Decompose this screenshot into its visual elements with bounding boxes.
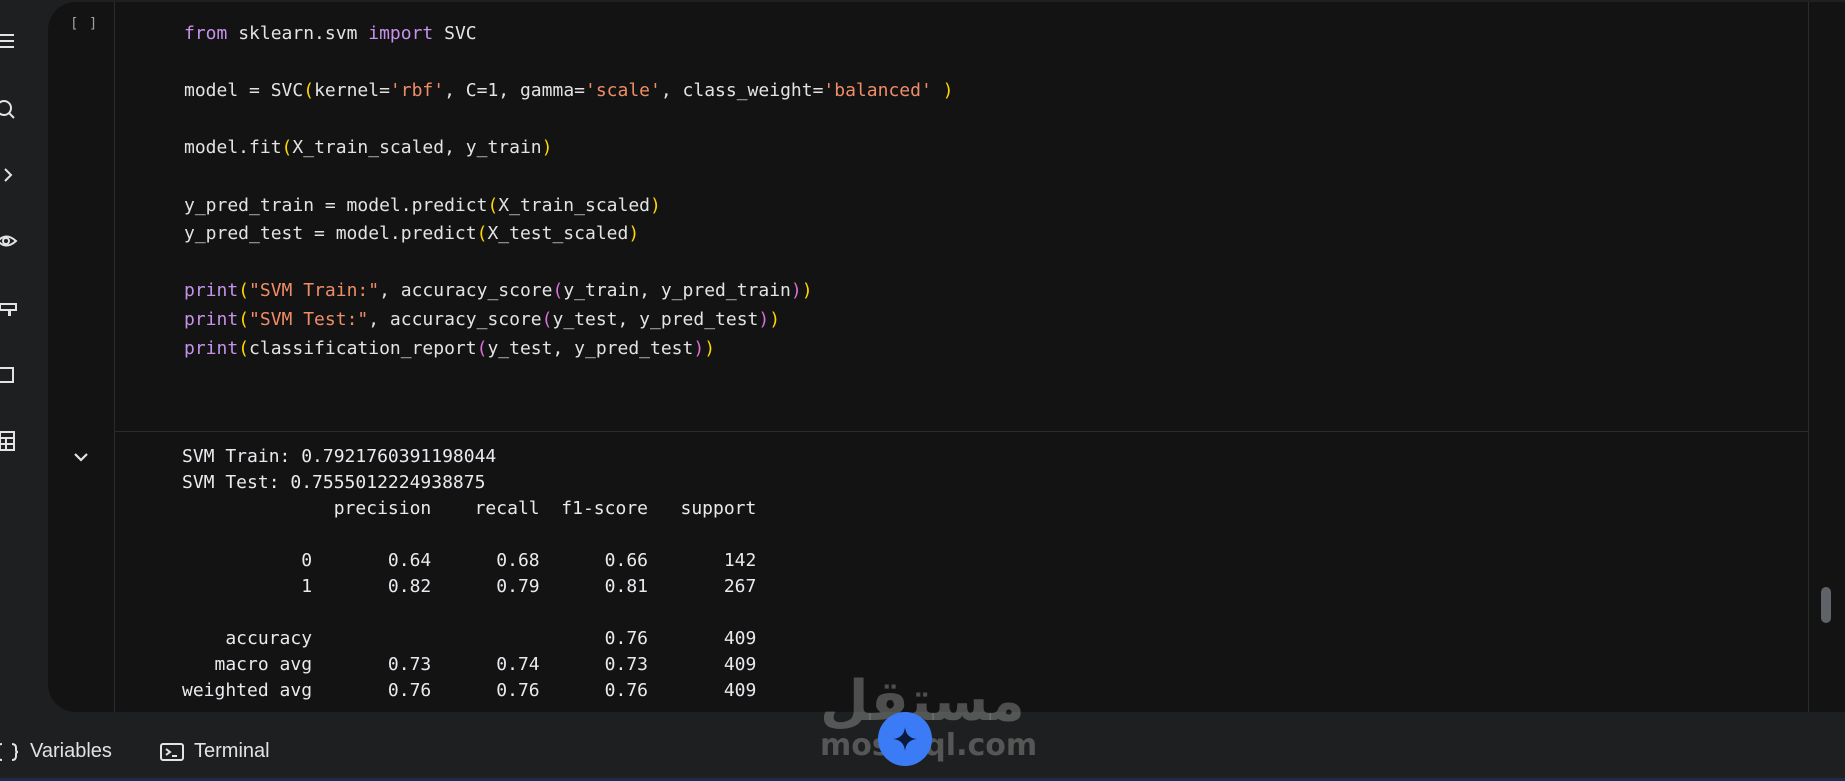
scrollbar-thumb[interactable] bbox=[1821, 587, 1831, 623]
window-icon[interactable] bbox=[0, 362, 20, 388]
run-cell-button[interactable]: [ ] bbox=[70, 16, 98, 32]
output-line: 1 0.82 0.79 0.81 267 bbox=[182, 576, 757, 597]
variables-button[interactable]: Variables bbox=[0, 740, 112, 763]
variables-icon bbox=[0, 742, 19, 761]
chevron-down-icon bbox=[74, 453, 88, 462]
cell-output: SVM Train: 0.7921760391198044 SVM Test: 0… bbox=[182, 444, 756, 704]
output-line: precision recall f1-score support bbox=[182, 498, 757, 519]
vision-icon[interactable] bbox=[0, 228, 20, 254]
output-line: macro avg 0.73 0.74 0.73 409 bbox=[182, 654, 757, 675]
terminal-button[interactable]: Terminal bbox=[160, 740, 270, 763]
code-snippets-icon[interactable] bbox=[0, 162, 20, 188]
code-line: y_pred_test = model.predict(X_test_scale… bbox=[184, 223, 640, 245]
notebook-cell: [ ] from sklearn.svm import SVC model = … bbox=[48, 2, 1845, 712]
find-replace-icon[interactable] bbox=[0, 96, 20, 122]
terminal-label: Terminal bbox=[194, 740, 270, 762]
code-line: from sklearn.svm import SVC bbox=[184, 23, 477, 44]
output-line: SVM Train: 0.7921760391198044 bbox=[182, 446, 497, 467]
code-editor[interactable]: from sklearn.svm import SVC model = SVC(… bbox=[184, 20, 953, 363]
output-line: accuracy 0.76 409 bbox=[182, 628, 757, 649]
gemini-fab-button[interactable] bbox=[878, 712, 932, 766]
output-divider bbox=[115, 431, 1809, 432]
output-line: weighted avg 0.76 0.76 0.76 409 bbox=[182, 680, 757, 701]
terminal-icon bbox=[160, 742, 184, 761]
code-line: model = SVC(kernel='rbf', C=1, gamma='sc… bbox=[184, 80, 954, 102]
cell-gutter: [ ] bbox=[48, 2, 114, 712]
collapse-output-button[interactable] bbox=[72, 448, 90, 466]
toolbar-icon[interactable] bbox=[0, 296, 20, 322]
gutter-divider bbox=[114, 2, 115, 712]
output-line: SVM Test: 0.7555012224938875 bbox=[182, 472, 486, 493]
left-sidebar bbox=[0, 0, 38, 716]
right-divider bbox=[1808, 2, 1809, 712]
code-line: print("SVM Test:", accuracy_score(y_test… bbox=[184, 308, 781, 330]
code-line: y_pred_train = model.predict(X_train_sca… bbox=[184, 194, 661, 216]
output-line: 0 0.64 0.68 0.66 142 bbox=[182, 550, 757, 571]
code-line: print(classification_report(y_test, y_pr… bbox=[184, 337, 716, 359]
code-line: model.fit(X_train_scaled, y_train) bbox=[184, 137, 553, 159]
variables-label: Variables bbox=[30, 740, 112, 762]
sparkle-icon bbox=[893, 727, 917, 751]
menu-icon[interactable] bbox=[0, 28, 20, 54]
code-line: print("SVM Train:", accuracy_score(y_tra… bbox=[184, 280, 813, 302]
table-icon[interactable] bbox=[0, 428, 20, 454]
